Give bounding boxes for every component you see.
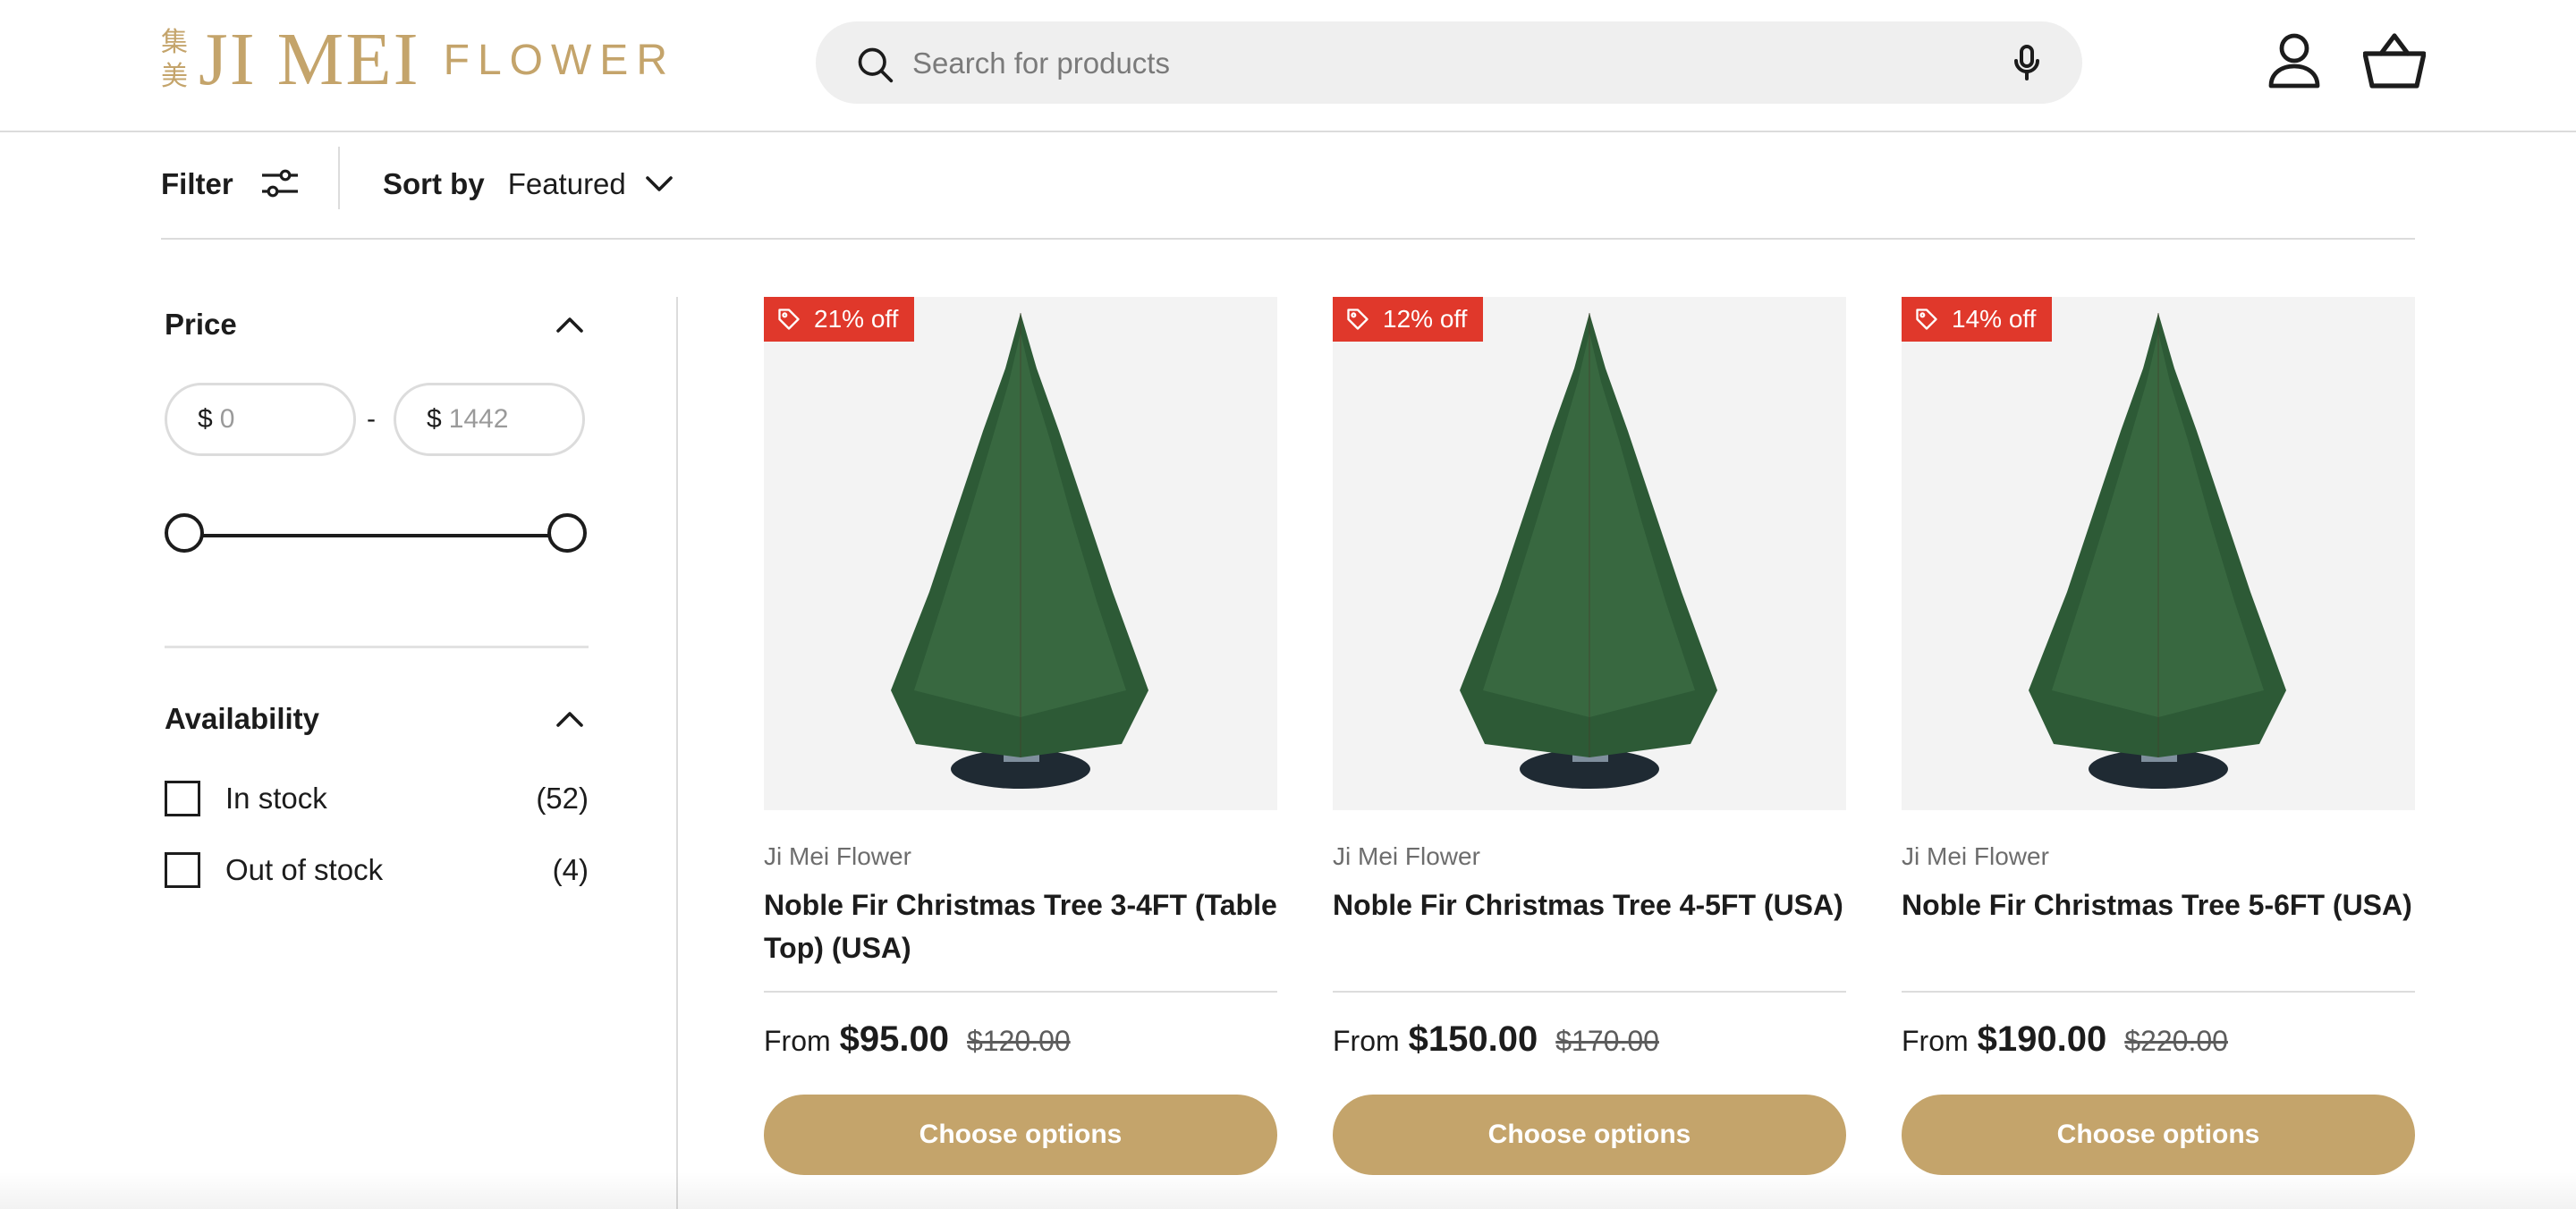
- product-image[interactable]: 21% off: [764, 297, 1277, 810]
- availability-option-label: In stock: [225, 782, 327, 815]
- product-title[interactable]: Noble Fir Christmas Tree 4-5FT (USA): [1333, 884, 1846, 926]
- microphone-icon[interactable]: [2005, 41, 2048, 84]
- price-min-field[interactable]: $: [165, 383, 356, 456]
- price-max-input[interactable]: [448, 404, 556, 435]
- price-max-currency: $: [427, 404, 442, 434]
- price-prefix: From: [1902, 1025, 1969, 1057]
- price-min-input[interactable]: [219, 404, 327, 435]
- sort-value: Featured: [507, 167, 626, 200]
- discount-badge-text: 14% off: [1952, 305, 2037, 333]
- price-slider-max-handle[interactable]: [547, 513, 587, 553]
- product-vendor: Ji Mei Flower: [1333, 842, 1480, 870]
- chevron-up-icon: [556, 712, 583, 727]
- availability-filter-title: Availability: [165, 702, 320, 735]
- availability-option-count: (52): [536, 782, 589, 815]
- christmas-tree-image: [2029, 313, 2286, 789]
- sale-price: $150.00: [1408, 1019, 1538, 1059]
- choose-options-button[interactable]: Choose options: [764, 1095, 1277, 1175]
- availability-option-count: (4): [552, 853, 589, 886]
- product-vendor: Ji Mei Flower: [1902, 842, 2049, 870]
- product-price: From $190.00 $220.00: [1902, 1019, 2228, 1064]
- logo-suffix: FLOWER: [443, 36, 675, 84]
- logo-wordmark: JI MEI: [199, 18, 420, 101]
- availability-option-label: Out of stock: [225, 853, 384, 886]
- discount-badge: 12% off: [1333, 297, 1484, 342]
- price-tag-icon: [1347, 309, 1368, 330]
- brand-logo[interactable]: 集 美 JI MEI FLOWER: [161, 20, 675, 100]
- search-bar[interactable]: [816, 21, 2082, 106]
- basket-icon[interactable]: [2363, 32, 2426, 89]
- card-divider: [764, 991, 1277, 993]
- price-prefix: From: [764, 1025, 831, 1057]
- compare-price: $170.00: [1555, 1025, 1659, 1057]
- price-slider-min-handle[interactable]: [165, 513, 204, 553]
- price-separator: -: [367, 404, 376, 434]
- discount-badge-text: 21% off: [814, 305, 899, 333]
- discount-badge: 14% off: [1902, 297, 2053, 342]
- logo-cjk-bottom: 美: [161, 61, 188, 92]
- christmas-tree-image: [891, 313, 1148, 789]
- sale-price: $95.00: [839, 1019, 949, 1059]
- availability-option-in-stock[interactable]: In stock (52): [165, 778, 589, 819]
- price-min-currency: $: [198, 404, 213, 434]
- logo-cjk-top: 集: [161, 27, 188, 58]
- card-divider: [1902, 991, 2415, 993]
- card-divider: [1333, 991, 1846, 993]
- search-icon[interactable]: [855, 45, 894, 84]
- price-tag-icon: [778, 309, 800, 330]
- filter-label: Filter: [161, 167, 233, 200]
- product-card: 14% off Ji Mei Flower Noble Fir Christma…: [1902, 297, 2415, 1175]
- price-filter-title: Price: [165, 308, 237, 341]
- sidebar-divider: [676, 297, 678, 1209]
- page-bottom-shade: [0, 1171, 2576, 1209]
- chevron-down-icon: [645, 176, 673, 191]
- out-of-stock-checkbox[interactable]: [165, 852, 200, 888]
- product-price: From $150.00 $170.00: [1333, 1019, 1659, 1064]
- sliders-icon: [261, 169, 298, 198]
- site-header: 集 美 JI MEI FLOWER: [0, 0, 2576, 132]
- compare-price: $220.00: [2124, 1025, 2228, 1057]
- product-vendor: Ji Mei Flower: [764, 842, 911, 870]
- christmas-tree-image: [1460, 313, 1717, 789]
- sort-dropdown[interactable]: Sort by Featured: [383, 159, 673, 209]
- price-filter-header[interactable]: Price: [165, 302, 589, 347]
- filter-button[interactable]: Filter: [161, 159, 300, 209]
- availability-filter-header[interactable]: Availability: [165, 697, 589, 741]
- price-prefix: From: [1333, 1025, 1400, 1057]
- product-title[interactable]: Noble Fir Christmas Tree 3-4FT (Table To…: [764, 884, 1277, 969]
- product-image[interactable]: 14% off: [1902, 297, 2415, 810]
- collection-toolbar: Filter Sort by Featured: [161, 132, 2415, 240]
- price-slider-track[interactable]: [184, 534, 567, 537]
- product-card: 12% off Ji Mei Flower Noble Fir Christma…: [1333, 297, 1846, 1175]
- discount-badge-text: 12% off: [1383, 305, 1468, 333]
- logo-cjk-mark: 集 美: [161, 26, 188, 94]
- in-stock-checkbox[interactable]: [165, 781, 200, 816]
- price-tag-icon: [1916, 309, 1937, 330]
- sale-price: $190.00: [1977, 1019, 2107, 1059]
- product-price: From $95.00 $120.00: [764, 1019, 1071, 1064]
- product-card: 21% off Ji Mei Flower Noble Fir Christma…: [764, 297, 1277, 1175]
- user-icon[interactable]: [2267, 32, 2322, 89]
- product-title[interactable]: Noble Fir Christmas Tree 5-6FT (USA): [1902, 884, 2415, 926]
- search-input[interactable]: [911, 21, 1898, 106]
- discount-badge: 21% off: [764, 297, 915, 342]
- compare-price: $120.00: [967, 1025, 1071, 1057]
- choose-options-button[interactable]: Choose options: [1333, 1095, 1846, 1175]
- availability-option-out-of-stock[interactable]: Out of stock (4): [165, 850, 589, 891]
- sort-label: Sort by: [383, 167, 485, 200]
- product-image[interactable]: 12% off: [1333, 297, 1846, 810]
- filter-divider: [165, 646, 589, 648]
- choose-options-button[interactable]: Choose options: [1902, 1095, 2415, 1175]
- price-max-field[interactable]: $: [394, 383, 585, 456]
- chevron-up-icon: [556, 317, 583, 333]
- toolbar-divider: [338, 147, 340, 209]
